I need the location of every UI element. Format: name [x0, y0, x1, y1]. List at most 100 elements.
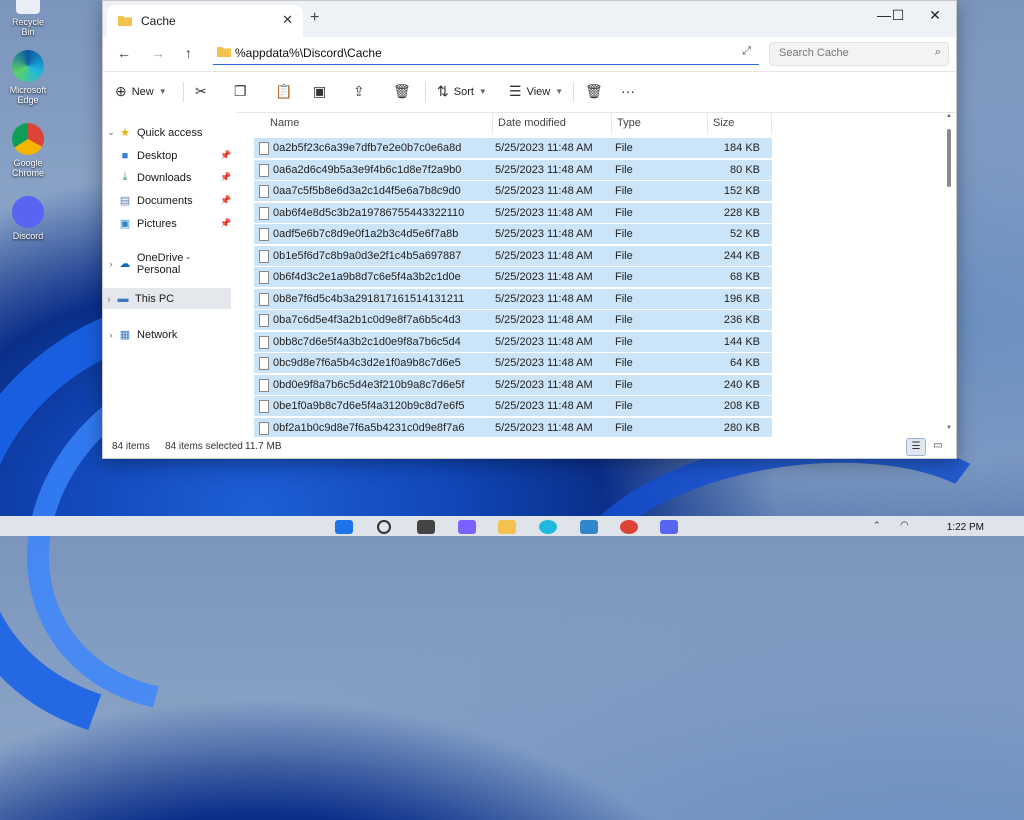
chevron-right-icon[interactable]: ›	[105, 259, 117, 269]
file-row[interactable]: 0bb8c7d6e5f4a3b2c1d0e9f8a7b6c5d4 5/25/202…	[254, 331, 772, 352]
search-input[interactable]	[777, 46, 921, 60]
discord-icon[interactable]	[660, 520, 678, 534]
scroll-down-icon[interactable]: ▼	[946, 425, 952, 431]
vertical-scrollbar[interactable]: ▲ ▼	[946, 113, 953, 431]
desktop-icon-edge[interactable]: Microsoft Edge	[6, 50, 50, 105]
share-button[interactable]: ⇪	[353, 83, 365, 100]
search-box[interactable]: ⌕	[769, 42, 949, 66]
expand-address-icon[interactable]: ⤢	[742, 45, 751, 58]
file-row[interactable]: 0bc9d8e7f6a5b4c3d2e1f0a9b8c7d6e5 5/25/202…	[254, 353, 772, 373]
file-type: File	[615, 314, 633, 326]
column-header-label: Size	[713, 117, 735, 129]
file-size: 228 KB	[723, 206, 760, 219]
wifi-icon[interactable]: ◠	[900, 520, 918, 534]
file-row[interactable]: 0bf2a1b0c9d8e7f6a5b4231c0d9e8f7a6 5/25/20…	[254, 417, 772, 437]
chrome-icon[interactable]	[620, 520, 638, 534]
more-options-button[interactable]: ···	[621, 83, 635, 99]
delete-button-2[interactable]: 🗑	[585, 83, 603, 100]
plus-circle-icon: ⊕	[115, 83, 127, 99]
rename-button[interactable]: ▣	[313, 83, 326, 100]
file-rows: 0a2b5f23c6a39e7dfb7e2e0b7c0e6a8d 5/25/202…	[254, 138, 772, 437]
edge-icon[interactable]	[539, 520, 557, 534]
file-row[interactable]: 0aa7c5f5b8e6d3a2c1d4f5e6a7b8c9d0 5/25/202…	[254, 181, 772, 201]
file-row[interactable]: 0b6f4d3c2e1a9b8d7c6e5f4a3b2c1d0e 5/25/202…	[254, 267, 772, 287]
tiles-view-icon[interactable]: ▭	[929, 438, 947, 454]
sort-button[interactable]: ⇅ Sort ▼	[437, 83, 487, 100]
file-name: 0a6a2d6c49b5a3e9f4b6c1d8e7f2a9b0	[273, 163, 462, 176]
file-row[interactable]: 0adf5e6b7c8d9e0f1a2b3c4d5e6f7a8b 5/25/202…	[254, 224, 772, 244]
scroll-up-icon[interactable]: ▲	[946, 113, 952, 119]
paste-button[interactable]: 📋	[275, 83, 292, 100]
scrollbar-thumb[interactable]	[947, 129, 951, 187]
back-arrow-icon[interactable]: ←	[117, 45, 131, 61]
chevron-down-icon[interactable]: ⌄	[105, 127, 117, 138]
file-type: File	[615, 357, 633, 369]
close-window-button[interactable]: ✕	[920, 7, 950, 24]
sidebar-item-onedrive[interactable]: › ☁ OneDrive - Personal	[105, 252, 236, 276]
clock[interactable]: 1:22 PM	[947, 522, 984, 533]
sidebar-item-downloads[interactable]: ⤓ Downloads 📌	[117, 167, 232, 188]
desktop-icon-discord[interactable]: Discord	[6, 196, 50, 241]
store-icon[interactable]	[580, 520, 598, 534]
view-button[interactable]: ☰ View ▼	[509, 83, 563, 100]
desktop-icon-chrome[interactable]: Google Chrome	[6, 123, 50, 178]
toolbar-divider	[183, 82, 184, 102]
sidebar-item-desktop[interactable]: ■ Desktop 📌	[117, 145, 232, 166]
sidebar-item-network[interactable]: › ▦ Network	[105, 324, 178, 345]
details-view-icon[interactable]: ☰	[906, 438, 926, 456]
forward-arrow-icon[interactable]: →	[151, 45, 165, 61]
cut-button[interactable]: ✂	[195, 83, 207, 100]
tab-cache[interactable]: Cache ✕	[107, 5, 303, 37]
sidebar-item-label: Pictures	[137, 217, 177, 230]
file-icon	[259, 335, 269, 349]
file-row[interactable]: 0bd0e9f8a7b6c5d4e3f210b9a8c7d6e5f 5/25/20…	[254, 374, 772, 395]
sidebar-item-documents[interactable]: ▤ Documents 📌	[117, 190, 231, 211]
file-row[interactable]: 0be1f0a9b8c7d6e5f4a3120b9c8d7e6f5 5/25/20…	[254, 396, 772, 416]
desktop-icon-recycle-bin[interactable]: Recycle Bin	[6, 0, 50, 37]
delete-button[interactable]: 🗑	[393, 83, 411, 100]
column-header-date[interactable]: Date modified	[492, 112, 612, 134]
edge-icon	[12, 50, 44, 82]
chat-icon[interactable]	[458, 520, 476, 534]
close-tab-icon[interactable]: ✕	[282, 12, 293, 28]
maximize-button[interactable]: ☐	[883, 7, 913, 24]
desktop-icon-label: Discord	[12, 231, 44, 241]
sidebar-item-pictures[interactable]: ▣ Pictures 📌	[117, 213, 231, 234]
file-type: File	[615, 292, 633, 305]
pin-icon[interactable]: 📌	[220, 172, 231, 183]
chevron-right-icon[interactable]: ›	[105, 330, 117, 340]
file-size: 80 KB	[730, 163, 760, 176]
file-row[interactable]: 0a6a2d6c49b5a3e9f4b6c1d8e7f2a9b0 5/25/202…	[254, 159, 772, 180]
pin-icon[interactable]: 📌	[220, 195, 231, 206]
toolbar-divider	[573, 82, 574, 102]
file-date: 5/25/2023 11:48 AM	[495, 314, 593, 326]
taskbar: ⌃ ◠ 1:22 PM	[0, 516, 1024, 536]
file-explorer-window: Cache ✕ + — ☐ ✕ ← → ↑ %appdata%\Discord\…	[102, 0, 957, 459]
column-header-name[interactable]: Name	[264, 112, 493, 134]
pin-icon[interactable]: 📌	[220, 218, 231, 229]
start-icon[interactable]	[335, 520, 353, 534]
address-bar[interactable]: %appdata%\Discord\Cache ⤢	[213, 42, 759, 65]
column-header-size[interactable]: Size	[707, 112, 772, 134]
task-view-icon[interactable]	[417, 520, 435, 534]
file-row[interactable]: 0a2b5f23c6a39e7dfb7e2e0b7c0e6a8d 5/25/202…	[254, 138, 772, 158]
pin-icon[interactable]: 📌	[220, 150, 231, 161]
sidebar-item-quick-access[interactable]: ⌄ ★ Quick access	[105, 122, 202, 143]
file-row[interactable]: 0b8e7f6d5c4b3a291817161514131211 5/25/202…	[254, 288, 772, 309]
sidebar-item-this-pc[interactable]: › ▬ This PC	[103, 288, 231, 309]
navigation-pane: ⌄ ★ Quick access ■ Desktop 📌 ⤓ Downloads…	[103, 112, 236, 422]
up-arrow-icon[interactable]: ↑	[185, 45, 192, 61]
file-explorer-icon[interactable]	[498, 520, 516, 534]
new-button[interactable]: ⊕ New ▼	[115, 83, 167, 100]
address-path[interactable]: %appdata%\Discord\Cache	[235, 46, 382, 60]
file-date: 5/25/2023 11:48 AM	[495, 292, 593, 305]
column-header-type[interactable]: Type	[611, 112, 708, 134]
file-row[interactable]: 0ba7c6d5e4f3a2b1c0d9e8f7a6b5c4d3 5/25/202…	[254, 310, 772, 330]
copy-button[interactable]: ❐	[234, 83, 247, 100]
file-row[interactable]: 0b1e5f6d7c8b9a0d3e2f1c4b5a697887 5/25/202…	[254, 245, 772, 266]
search-icon[interactable]	[377, 520, 391, 534]
chevron-up-icon[interactable]: ⌃	[873, 520, 891, 534]
chevron-right-icon[interactable]: ›	[103, 294, 115, 304]
file-row[interactable]: 0ab6f4e8d5c3b2a19786755443322110 5/25/202…	[254, 202, 772, 223]
new-tab-button[interactable]: +	[310, 9, 319, 27]
